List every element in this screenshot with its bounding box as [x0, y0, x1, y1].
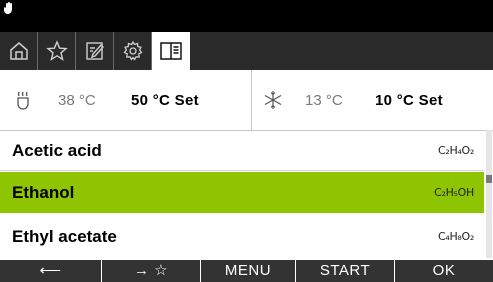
- tab-home[interactable]: [0, 32, 38, 70]
- solvent-name: Acetic acid: [12, 141, 102, 160]
- temperature-panel: 38 °C 50 °C Set 13 °C 10 °C Set: [0, 70, 493, 131]
- gear-icon: [122, 40, 144, 62]
- solvent-row[interactable]: Acetic acid C₂H₄O₂: [0, 130, 484, 171]
- solvent-row-selected[interactable]: Ethanol C₂H₅OH: [0, 172, 484, 213]
- hand-icon: [4, 2, 14, 17]
- temperature-divider: [251, 70, 252, 130]
- star-icon: [45, 40, 68, 62]
- solvent-formula: C₄H₈O₂: [437, 230, 474, 243]
- solvent-formula: C₂H₅OH: [434, 186, 474, 199]
- list-scrollbar[interactable]: [486, 130, 492, 258]
- solvent-name: Ethanol: [12, 183, 75, 202]
- solvent-list: Acetic acid C₂H₄O₂ Ethanol C₂H₅OH Ethyl …: [0, 130, 493, 260]
- scrollbar-thumb[interactable]: [486, 175, 492, 183]
- heater-icon: [14, 70, 32, 130]
- tab-favorites[interactable]: [38, 32, 76, 70]
- menu-button[interactable]: MENU: [201, 260, 296, 282]
- back-button[interactable]: ⟵: [0, 260, 102, 282]
- snowflake-icon: [263, 70, 283, 130]
- home-icon: [8, 40, 30, 62]
- heating-current-temp: 38 °C: [58, 91, 96, 109]
- tab-settings[interactable]: [114, 32, 152, 70]
- edit-icon: [84, 40, 106, 62]
- tab-bar: [0, 32, 493, 70]
- solvent-formula: C₂H₄O₂: [437, 144, 474, 157]
- tab-library[interactable]: [152, 32, 192, 70]
- book-icon: [159, 40, 183, 62]
- solvent-row[interactable]: Ethyl acetate C₄H₈O₂: [0, 216, 484, 257]
- heating-set-temp[interactable]: 50 °C Set: [131, 70, 199, 130]
- status-bar: [0, 0, 493, 32]
- cooling-set-temp[interactable]: 10 °C Set: [375, 70, 443, 130]
- add-to-favorites-button[interactable]: → ☆: [102, 260, 201, 282]
- cooling-current-temp: 13 °C: [305, 91, 343, 109]
- ok-button[interactable]: OK: [395, 260, 493, 282]
- softkey-bar: ⟵ → ☆ MENU START OK: [0, 260, 493, 282]
- tab-edit[interactable]: [76, 32, 114, 70]
- solvent-name: Ethyl acetate: [12, 227, 117, 246]
- start-button[interactable]: START: [296, 260, 395, 282]
